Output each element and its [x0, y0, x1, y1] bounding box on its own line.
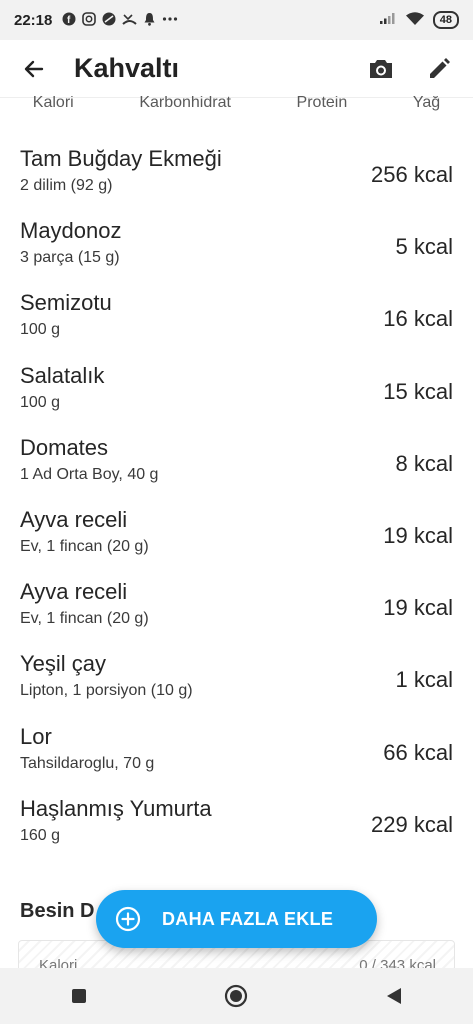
food-portion: 1 Ad Orta Boy, 40 g — [20, 465, 159, 483]
system-nav-bar — [0, 968, 473, 1024]
list-item[interactable]: Lor Tahsildaroglu, 70 g 66 kcal — [0, 720, 473, 792]
food-portion: 2 dilim (92 g) — [20, 177, 113, 194]
wifi-icon — [405, 11, 425, 30]
macro-header-label: Protein — [296, 96, 348, 111]
food-kcal: 66 kcal — [383, 739, 453, 765]
food-name: Semizotu — [20, 290, 112, 316]
back-arrow-icon[interactable] — [14, 49, 54, 89]
camera-icon[interactable] — [361, 49, 401, 89]
section-title: Besin D — [20, 900, 95, 922]
signal-icon — [379, 11, 397, 29]
food-name: Lor — [20, 723, 52, 749]
macro-header-label: Karbonhidrat — [139, 96, 231, 111]
food-kcal: 16 kcal — [383, 306, 453, 332]
food-kcal: 15 kcal — [383, 378, 453, 404]
instagram-icon — [82, 11, 97, 29]
list-item[interactable]: Domates 1 Ad Orta Boy, 40 g 8 kcal — [0, 431, 473, 503]
add-more-button[interactable]: DAHA FAZLA EKLE — [96, 890, 377, 948]
food-portion: 3 parça (15 g) — [20, 249, 120, 267]
food-name: Salatalık — [20, 362, 105, 388]
food-portion: Tahsildaroglu, 70 g — [20, 754, 155, 772]
food-portion: Lipton, 1 porsiyon (10 g) — [20, 682, 193, 700]
food-kcal: 229 kcal — [371, 811, 453, 837]
food-name: Tam Buğday Ekmeği — [20, 146, 222, 171]
food-kcal: 19 kcal — [383, 595, 453, 621]
food-name: Maydonoz — [20, 218, 122, 244]
app-bar: Kahvaltı — [0, 40, 473, 98]
macro-header-label: Yağ — [412, 96, 441, 111]
macro-header-label: Kalori — [32, 96, 74, 111]
edit-icon[interactable] — [419, 49, 459, 89]
list-item[interactable]: Ayva receli Ev, 1 fincan (20 g) 19 kcal — [0, 575, 473, 647]
back-triangle-icon[interactable] — [370, 972, 418, 1020]
bell-icon — [143, 12, 156, 29]
home-circle-icon[interactable] — [212, 972, 260, 1020]
status-time: 22:18 — [14, 11, 53, 29]
food-kcal: 8 kcal — [395, 450, 453, 476]
food-portion: Ev, 1 fincan (20 g) — [20, 537, 149, 555]
list-item[interactable]: Maydonoz 3 parça (15 g) 5 kcal — [0, 214, 473, 286]
recents-square-icon[interactable] — [55, 972, 103, 1020]
food-name: Haşlanmış Yumurta — [20, 795, 212, 821]
add-more-label: DAHA FAZLA EKLE — [162, 908, 334, 929]
more-icon — [162, 12, 178, 29]
food-kcal: 19 kcal — [383, 522, 453, 548]
food-kcal: 256 kcal — [371, 162, 453, 187]
page-title: Kahvaltı — [74, 53, 180, 83]
food-name: Yeşil çay — [20, 651, 107, 677]
list-item[interactable]: Salatalık 100 g 15 kcal — [0, 359, 473, 431]
food-portion: 160 g — [20, 826, 61, 844]
battery-icon: 48 — [432, 11, 459, 29]
food-portion: Ev, 1 fincan (20 g) — [20, 610, 149, 628]
food-name: Domates — [20, 434, 109, 460]
list-item[interactable]: Semizotu 100 g 16 kcal — [0, 286, 473, 358]
list-item[interactable]: Yeşil çay Lipton, 1 porsiyon (10 g) 1 kc… — [0, 647, 473, 719]
food-kcal: 5 kcal — [395, 234, 453, 260]
facebook-icon: f — [62, 12, 76, 29]
food-portion: 100 g — [20, 321, 61, 339]
food-name: Ayva receli — [20, 506, 128, 532]
status-bar: 22:18 f 48 — [0, 0, 473, 40]
missed-call-icon — [122, 12, 138, 29]
food-name: Ayva receli — [20, 579, 128, 605]
app-icon — [102, 12, 116, 29]
add-circle-icon — [114, 905, 142, 933]
food-list: Tam Buğday Ekmeği 2 dilim (92 g) 256 kca… — [0, 142, 473, 864]
list-item[interactable]: Ayva receli Ev, 1 fincan (20 g) 19 kcal — [0, 503, 473, 575]
list-item[interactable]: Haşlanmış Yumurta 160 g 229 kcal — [0, 792, 473, 864]
list-item[interactable]: Tam Buğday Ekmeği 2 dilim (92 g) 256 kca… — [0, 142, 473, 214]
food-portion: 100 g — [20, 393, 61, 411]
macro-header: Kalori Karbonhidrat Protein Yağ — [0, 96, 473, 120]
food-kcal: 1 kcal — [395, 667, 453, 693]
